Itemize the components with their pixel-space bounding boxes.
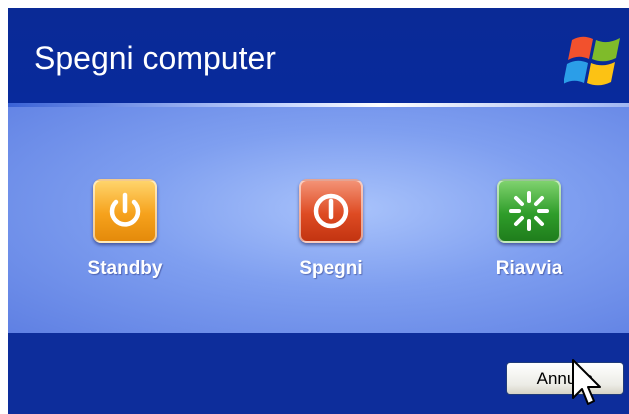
options-panel: Standby Spegni Riavvia xyxy=(8,107,629,333)
spegni-label[interactable]: Spegni xyxy=(276,258,386,280)
restart-icon[interactable] xyxy=(497,179,561,243)
standby-label[interactable]: Standby xyxy=(70,258,180,280)
power-off-icon[interactable] xyxy=(299,179,363,243)
spegni-option[interactable]: Spegni xyxy=(276,179,386,280)
power-standby-icon[interactable] xyxy=(93,179,157,243)
riavvia-label[interactable]: Riavvia xyxy=(474,258,584,280)
riavvia-option[interactable]: Riavvia xyxy=(474,179,584,280)
standby-option[interactable]: Standby xyxy=(70,179,180,280)
shutdown-dialog: Spegni computer Standby Spegni Riavvia A… xyxy=(8,8,629,414)
dialog-header: Spegni computer xyxy=(8,8,629,103)
cancel-button[interactable]: Annulla xyxy=(506,362,624,395)
windows-flag-logo xyxy=(564,36,620,86)
dialog-footer: Annulla xyxy=(8,333,629,414)
dialog-title: Spegni computer xyxy=(34,40,276,76)
